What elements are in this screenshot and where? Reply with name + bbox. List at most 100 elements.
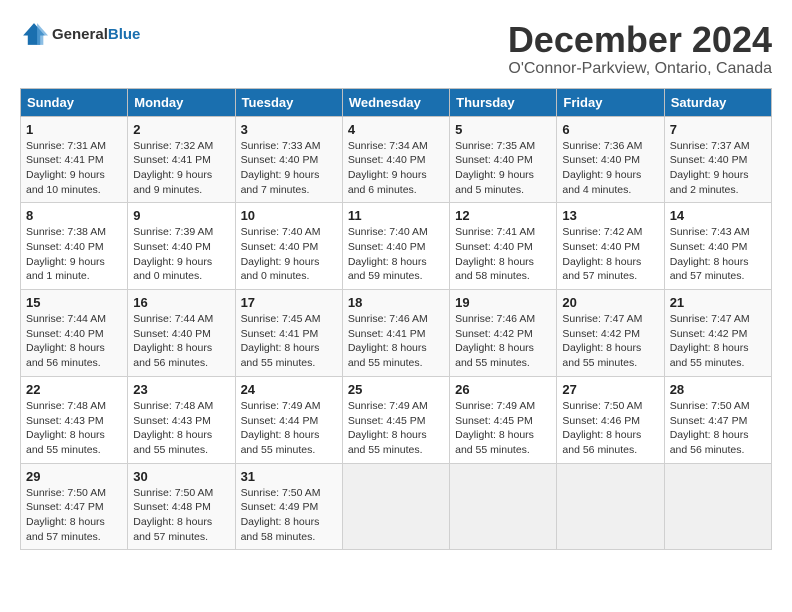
day-info: Sunrise: 7:49 AMSunset: 4:45 PMDaylight:… — [455, 399, 551, 458]
calendar-cell — [557, 463, 664, 550]
calendar-cell: 1 Sunrise: 7:31 AMSunset: 4:41 PMDaylight… — [21, 116, 128, 203]
calendar-cell: 15 Sunrise: 7:44 AMSunset: 4:40 PMDayligh… — [21, 290, 128, 377]
calendar-header-thursday: Thursday — [450, 88, 557, 116]
day-number: 4 — [348, 122, 444, 137]
calendar-cell: 21 Sunrise: 7:47 AMSunset: 4:42 PMDayligh… — [664, 290, 771, 377]
day-number: 15 — [26, 295, 122, 310]
day-info: Sunrise: 7:50 AMSunset: 4:48 PMDaylight:… — [133, 486, 229, 545]
day-number: 29 — [26, 469, 122, 484]
day-number: 27 — [562, 382, 658, 397]
calendar-cell: 2 Sunrise: 7:32 AMSunset: 4:41 PMDaylight… — [128, 116, 235, 203]
calendar-cell: 6Sunrise: 7:36 AMSunset: 4:40 PMDaylight… — [557, 116, 664, 203]
calendar-cell: 10 Sunrise: 7:40 AMSunset: 4:40 PMDayligh… — [235, 203, 342, 290]
day-number: 24 — [241, 382, 337, 397]
day-info: Sunrise: 7:50 AMSunset: 4:49 PMDaylight:… — [241, 486, 337, 545]
calendar-cell: 12 Sunrise: 7:41 AMSunset: 4:40 PMDayligh… — [450, 203, 557, 290]
day-info: Sunrise: 7:42 AMSunset: 4:40 PMDaylight:… — [562, 225, 658, 284]
calendar-cell: 11 Sunrise: 7:40 AMSunset: 4:40 PMDayligh… — [342, 203, 449, 290]
day-number: 18 — [348, 295, 444, 310]
calendar-cell: 25 Sunrise: 7:49 AMSunset: 4:45 PMDayligh… — [342, 376, 449, 463]
calendar-cell: 16Sunrise: 7:44 AMSunset: 4:40 PMDayligh… — [128, 290, 235, 377]
calendar-cell: 27 Sunrise: 7:50 AMSunset: 4:46 PMDayligh… — [557, 376, 664, 463]
calendar-cell: 20 Sunrise: 7:47 AMSunset: 4:42 PMDayligh… — [557, 290, 664, 377]
calendar-header-sunday: Sunday — [21, 88, 128, 116]
calendar-cell: 29 Sunrise: 7:50 AMSunset: 4:47 PMDayligh… — [21, 463, 128, 550]
calendar-cell: 26 Sunrise: 7:49 AMSunset: 4:45 PMDayligh… — [450, 376, 557, 463]
day-info: Sunrise: 7:49 AMSunset: 4:44 PMDaylight:… — [241, 399, 337, 458]
calendar: SundayMondayTuesdayWednesdayThursdayFrid… — [20, 88, 772, 551]
calendar-cell: 3 Sunrise: 7:33 AMSunset: 4:40 PMDaylight… — [235, 116, 342, 203]
subtitle: O'Connor-Parkview, Ontario, Canada — [508, 60, 772, 78]
day-number: 25 — [348, 382, 444, 397]
day-number: 17 — [241, 295, 337, 310]
day-info: Sunrise: 7:44 AMSunset: 4:40 PMDaylight:… — [26, 312, 122, 371]
day-number: 8 — [26, 208, 122, 223]
day-info: Sunrise: 7:39 AMSunset: 4:40 PMDaylight:… — [133, 225, 229, 284]
day-number: 22 — [26, 382, 122, 397]
day-info: Sunrise: 7:49 AMSunset: 4:45 PMDaylight:… — [348, 399, 444, 458]
calendar-header-saturday: Saturday — [664, 88, 771, 116]
day-info: Sunrise: 7:50 AMSunset: 4:46 PMDaylight:… — [562, 399, 658, 458]
day-info: Sunrise: 7:40 AMSunset: 4:40 PMDaylight:… — [241, 225, 337, 284]
day-info: Sunrise: 7:40 AMSunset: 4:40 PMDaylight:… — [348, 225, 444, 284]
calendar-cell: 31 Sunrise: 7:50 AMSunset: 4:49 PMDayligh… — [235, 463, 342, 550]
calendar-cell — [342, 463, 449, 550]
day-number: 1 — [26, 122, 122, 137]
day-number: 20 — [562, 295, 658, 310]
day-number: 6 — [562, 122, 658, 137]
day-number: 3 — [241, 122, 337, 137]
main-title: December 2024 — [508, 20, 772, 60]
logo-icon — [20, 20, 48, 48]
day-info: Sunrise: 7:46 AMSunset: 4:41 PMDaylight:… — [348, 312, 444, 371]
day-number: 23 — [133, 382, 229, 397]
day-info: Sunrise: 7:35 AMSunset: 4:40 PMDaylight:… — [455, 139, 551, 198]
day-info: Sunrise: 7:38 AMSunset: 4:40 PMDaylight:… — [26, 225, 122, 284]
day-number: 19 — [455, 295, 551, 310]
day-number: 30 — [133, 469, 229, 484]
calendar-cell: 4 Sunrise: 7:34 AMSunset: 4:40 PMDaylight… — [342, 116, 449, 203]
calendar-cell: 19 Sunrise: 7:46 AMSunset: 4:42 PMDayligh… — [450, 290, 557, 377]
calendar-cell: 28Sunrise: 7:50 AMSunset: 4:47 PMDayligh… — [664, 376, 771, 463]
calendar-cell: 8 Sunrise: 7:38 AMSunset: 4:40 PMDaylight… — [21, 203, 128, 290]
calendar-header-friday: Friday — [557, 88, 664, 116]
calendar-header-wednesday: Wednesday — [342, 88, 449, 116]
day-info: Sunrise: 7:37 AMSunset: 4:40 PMDaylight:… — [670, 139, 766, 198]
day-number: 7 — [670, 122, 766, 137]
day-info: Sunrise: 7:34 AMSunset: 4:40 PMDaylight:… — [348, 139, 444, 198]
calendar-cell — [450, 463, 557, 550]
day-info: Sunrise: 7:48 AMSunset: 4:43 PMDaylight:… — [26, 399, 122, 458]
day-number: 21 — [670, 295, 766, 310]
calendar-header-monday: Monday — [128, 88, 235, 116]
day-number: 10 — [241, 208, 337, 223]
day-info: Sunrise: 7:41 AMSunset: 4:40 PMDaylight:… — [455, 225, 551, 284]
calendar-cell — [664, 463, 771, 550]
logo: General Blue — [20, 20, 140, 48]
header: General Blue December 2024 O'Connor-Park… — [20, 20, 772, 78]
day-info: Sunrise: 7:43 AMSunset: 4:40 PMDaylight:… — [670, 225, 766, 284]
day-info: Sunrise: 7:47 AMSunset: 4:42 PMDaylight:… — [562, 312, 658, 371]
day-info: Sunrise: 7:33 AMSunset: 4:40 PMDaylight:… — [241, 139, 337, 198]
logo-text-blue: Blue — [108, 26, 141, 43]
calendar-cell: 5Sunrise: 7:35 AMSunset: 4:40 PMDaylight… — [450, 116, 557, 203]
day-info: Sunrise: 7:48 AMSunset: 4:43 PMDaylight:… — [133, 399, 229, 458]
calendar-cell: 9 Sunrise: 7:39 AMSunset: 4:40 PMDaylight… — [128, 203, 235, 290]
title-area: December 2024 O'Connor-Parkview, Ontario… — [508, 20, 772, 78]
day-number: 2 — [133, 122, 229, 137]
calendar-cell: 24 Sunrise: 7:49 AMSunset: 4:44 PMDayligh… — [235, 376, 342, 463]
calendar-cell: 30 Sunrise: 7:50 AMSunset: 4:48 PMDayligh… — [128, 463, 235, 550]
day-info: Sunrise: 7:50 AMSunset: 4:47 PMDaylight:… — [26, 486, 122, 545]
day-number: 9 — [133, 208, 229, 223]
day-number: 12 — [455, 208, 551, 223]
calendar-cell: 23 Sunrise: 7:48 AMSunset: 4:43 PMDayligh… — [128, 376, 235, 463]
day-info: Sunrise: 7:46 AMSunset: 4:42 PMDaylight:… — [455, 312, 551, 371]
day-number: 16 — [133, 295, 229, 310]
day-number: 11 — [348, 208, 444, 223]
day-info: Sunrise: 7:32 AMSunset: 4:41 PMDaylight:… — [133, 139, 229, 198]
calendar-cell: 14Sunrise: 7:43 AMSunset: 4:40 PMDayligh… — [664, 203, 771, 290]
day-info: Sunrise: 7:31 AMSunset: 4:41 PMDaylight:… — [26, 139, 122, 198]
day-info: Sunrise: 7:45 AMSunset: 4:41 PMDaylight:… — [241, 312, 337, 371]
day-number: 26 — [455, 382, 551, 397]
day-number: 31 — [241, 469, 337, 484]
day-info: Sunrise: 7:47 AMSunset: 4:42 PMDaylight:… — [670, 312, 766, 371]
calendar-cell: 18 Sunrise: 7:46 AMSunset: 4:41 PMDayligh… — [342, 290, 449, 377]
